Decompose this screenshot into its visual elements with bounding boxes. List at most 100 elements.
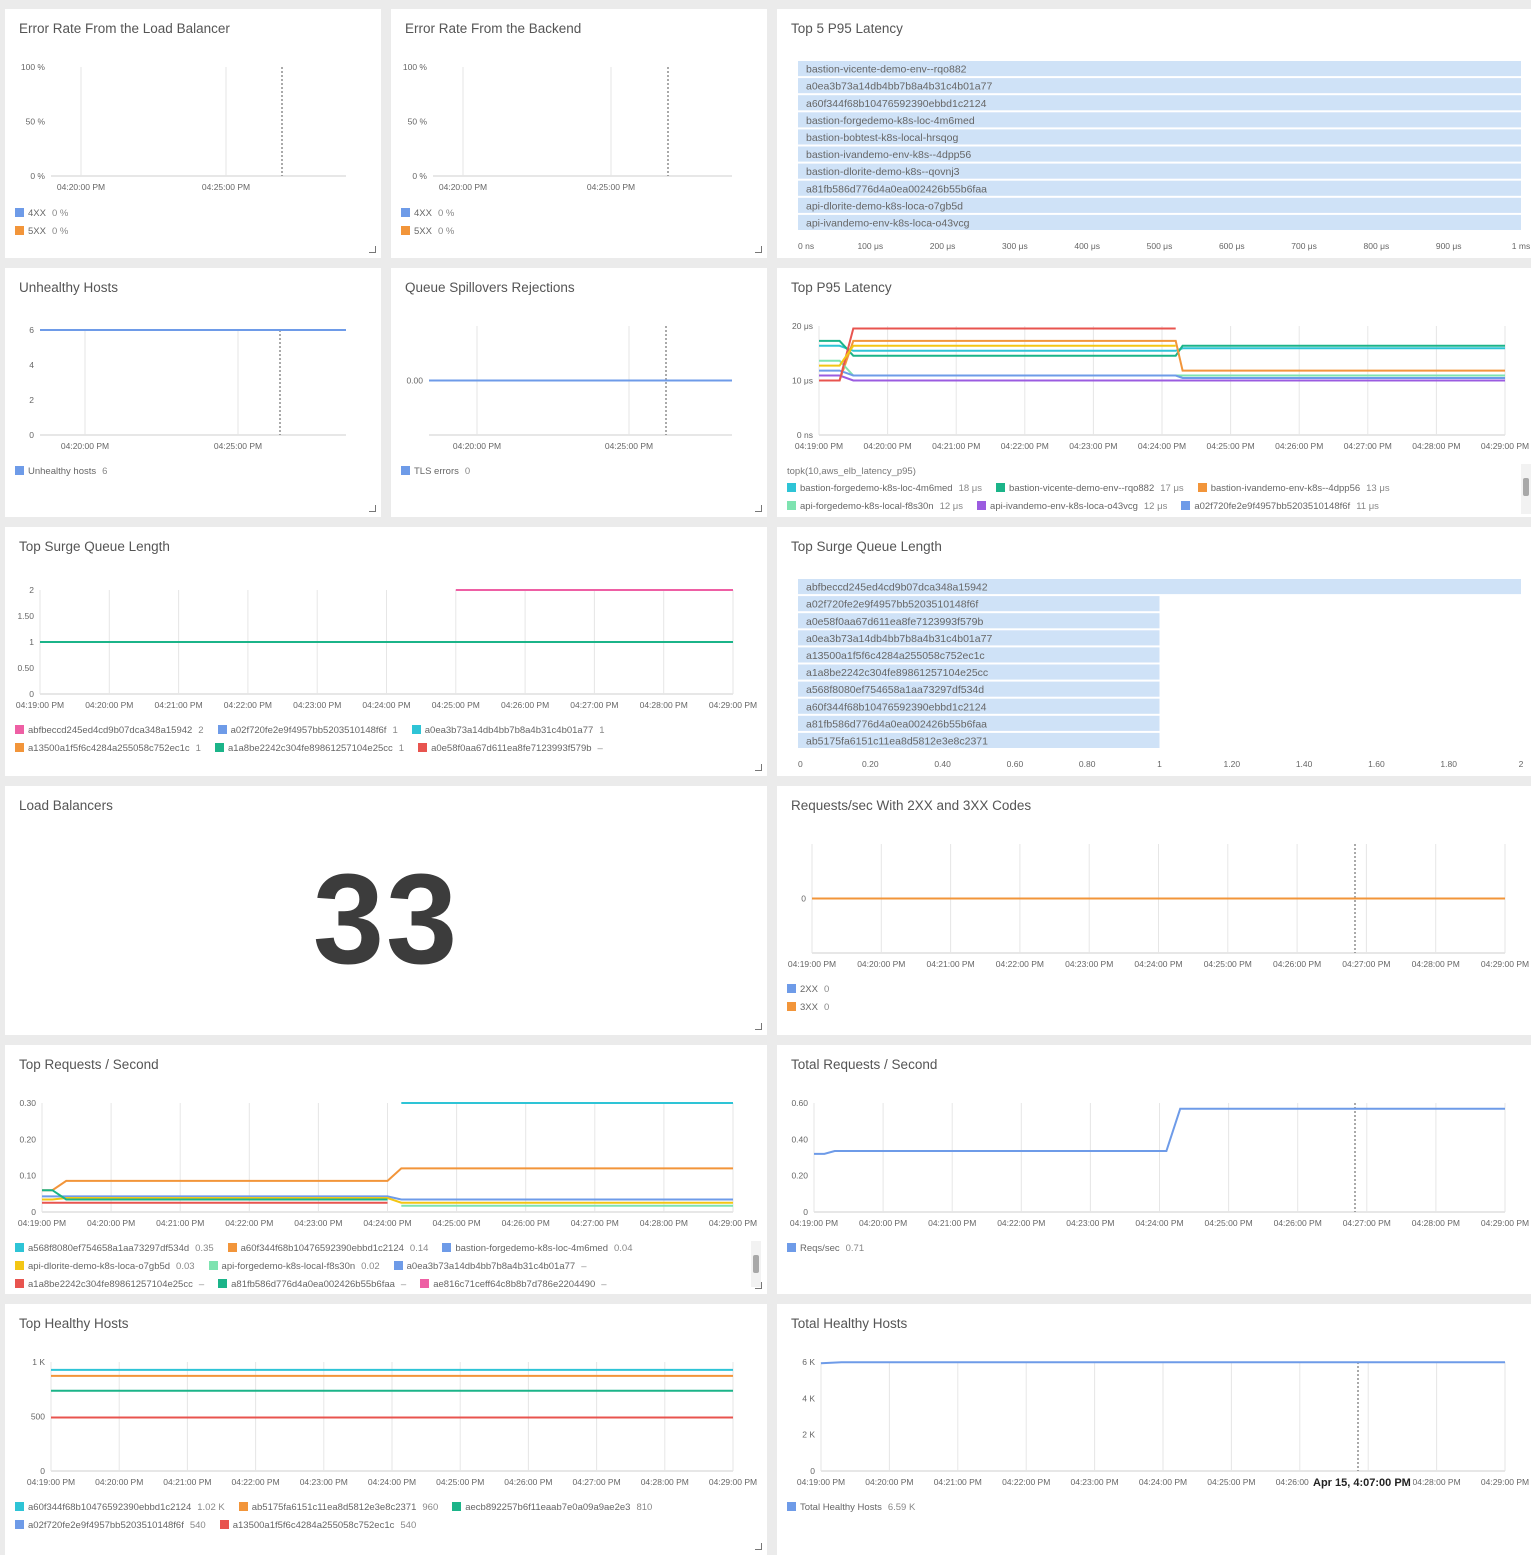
legend-value: 12 μs [939,501,964,512]
legend-label: TLS errors [414,466,459,477]
legend-scrollbar[interactable] [1521,464,1531,514]
resize-handle[interactable] [755,1023,762,1030]
y-tick-label: 0.60 [791,1098,808,1108]
legend-label: a0ea3b73a14db4bb7b8a4b31c4b01a77 [406,1261,576,1272]
legend-item[interactable]: Unhealthy hosts 6 [15,463,107,481]
chart[interactable]: 2 1.50 1 0.50 004:19:00 PM 04:20:00 PM 04:21:0… [5,527,767,714]
legend-item[interactable] [820,516,839,517]
legend-item[interactable]: Total Healthy Hosts 6.59 K [787,1499,915,1517]
x-tick-label: 04:25:00 PM [605,441,653,451]
legend-row: a568f8080ef754658a1aa73297df534d 0.35 a60f… [15,1240,745,1258]
legend-item[interactable]: bastion-vicente-demo-env--rqo882 17 μs [996,480,1184,498]
legend-value: – [400,1279,407,1290]
legend-item[interactable]: 3XX 0 [787,999,829,1017]
legend-item[interactable]: 5XX 0 % [15,223,68,241]
x-tick-label: 04:21:00 PM [932,441,980,451]
legend-value: 17 μs [1160,483,1184,494]
legend-label: a02f720fe2e9f4957bb5203510148f6f [28,1520,184,1531]
resize-handle[interactable] [369,505,376,512]
chart[interactable]: 6 K 4 K 2 K 004:19:00 PM 04:20:00 PM 04:21:00… [777,1304,1531,1491]
legend-item[interactable]: a13500a1f5f6c4284a255058c752ec1c 540 [219,1517,416,1535]
bar-label: bastion-vicente-demo-env--rqo882 [806,64,967,76]
legend-item[interactable]: a60f344f68b10476592390ebbd1c2124 1.02 K [15,1499,225,1517]
chart[interactable]: 0.00 04:20:00 PM 04:25:00 PM [391,268,767,455]
legend-label: a13500a1f5f6c4284a255058c752ec1c [28,743,190,754]
legend-item[interactable]: TLS errors 0 [401,463,470,481]
legend-item[interactable]: 5XX 0 % [401,223,454,241]
chart[interactable]: 20 μs 10 μs 0 ns04:19:00 PM 04:20:00 PM 04:2… [777,268,1531,455]
chart[interactable]: 0.60 0.40 0.20 004:19:00 PM 04:20:00 PM 04:21… [777,1045,1531,1232]
legend-item[interactable]: a0e58f0aa67d611ea8fe7123993f579b – [418,740,603,758]
legend-swatch [411,725,421,734]
legend-row: Unhealthy hosts 6 [15,463,121,481]
chart[interactable]: bastion-vicente-demo-env--rqo882 a0ea3b73… [777,9,1531,258]
legend-item[interactable]: a1a8be2242c304fe89861257104e25cc 1 [214,740,404,758]
x-tick-label: 04:26:00 PM [1275,441,1323,451]
legend-scrollbar[interactable] [751,1241,761,1287]
legend-swatch [393,1261,403,1270]
legend-item[interactable]: a60f344f68b10476592390ebbd1c2124 0.14 [227,1240,428,1258]
legend-item[interactable]: aecb892257b6f11eaab7e0a09a9ae2e3 810 [452,1499,652,1517]
legend-label: Total Healthy Hosts [800,1502,882,1513]
legend-label: Unhealthy hosts [28,466,97,477]
chart-legend: Unhealthy hosts 6 [15,463,121,481]
legend-item[interactable]: 4XX 0 % [15,205,68,223]
legend-item[interactable]: a02f720fe2e9f4957bb5203510148f6f 1 [217,722,398,740]
legend-item[interactable]: bastion-forgedemo-k8s-loc-4m6med 0.04 [442,1240,632,1258]
bar-label: a1a8be2242c304fe89861257104e25cc [806,667,988,679]
resize-handle[interactable] [755,246,762,253]
x-tick-label: 04:29:00 PM [1481,1218,1529,1228]
resize-handle[interactable] [755,1282,762,1289]
resize-handle[interactable] [755,1543,762,1550]
legend-value: 6.59 K [887,1502,916,1513]
legend-item[interactable]: Reqs/sec 0.71 [787,1240,864,1258]
chart[interactable]: 6 4 2 0 04:20:00 PM 04:25:00 PM [5,268,381,455]
legend-item[interactable]: 2XX 0 [787,981,829,999]
legend-item[interactable]: ab5175fa6151c11ea8d5812e3e8c2371 960 [238,1499,438,1517]
x-tick-label: 04:27:00 PM [570,700,618,710]
legend-item[interactable]: 4XX 0 % [401,205,454,223]
legend-swatch [15,1520,24,1529]
legend-value: 18 μs [958,483,983,494]
resize-handle[interactable] [369,246,376,253]
legend-item[interactable]: a81fb586d776d4a0ea002426b55b6faa – [218,1276,406,1294]
chart-legend: 2XX 0 3XX 0 [787,981,843,1017]
legend-item[interactable]: bastion-forgedemo-k8s-loc-4m6med 18 μs [787,480,982,498]
chart[interactable]: 0 04:19:00 PM 04:20:00 PM 04:21:00 PM 04:22:… [777,786,1531,973]
resize-handle[interactable] [755,764,762,771]
legend-item[interactable]: a0ea3b73a14db4bb7b8a4b31c4b01a77 1 [411,722,605,740]
legend-item[interactable]: ae816c71ceff64c8b8b7d786e2204490– [420,1276,607,1294]
legend-item[interactable]: a02f720fe2e9f4957bb5203510148f6f 540 [15,1517,206,1535]
resize-handle[interactable] [755,505,762,512]
x-tick-label: 0.20 [862,759,879,769]
x-tick-label: 04:21:00 PM [163,1477,211,1487]
legend-item[interactable]: api-ivandemo-env-k8s-loca-o43vcg 12 μs [977,498,1167,516]
x-tick-label: 04:23:00 PM [1070,1477,1118,1487]
chart[interactable]: abfbeccd245ed4cd9b07dca348a15942 a02f720f… [777,527,1531,776]
chart[interactable]: 100 % 50 % 0 % 04:20:00 PM 04:25:00 PM [5,9,381,196]
legend-item[interactable]: api-dlorite-demo-k8s-loca-o7gb5d 0.03 [15,1258,195,1276]
legend-row: bastion-forgedemo-k8s-loc-4m6med 18 μs bas… [787,480,1517,498]
x-tick-label: 2 [1519,759,1524,769]
legend-item[interactable] [787,516,806,517]
x-tick-label: 04:22:00 PM [225,1218,273,1228]
legend-value: 0 % [437,226,455,237]
x-tick-label: 04:20:00 PM [95,1477,143,1487]
legend-swatch [401,208,410,217]
chart[interactable]: 0.30 0.20 0.10 004:19:00 PM 04:20:00 PM 04:21… [5,1045,767,1232]
bar-label: a02f720fe2e9f4957bb5203510148f6f [806,599,978,611]
legend-item[interactable]: a13500a1f5f6c4284a255058c752ec1c 1 [15,740,201,758]
y-tick-label: 0.30 [19,1098,36,1108]
legend-item[interactable]: abfbeccd245ed4cd9b07dca348a15942 2 [15,722,204,740]
chart[interactable]: 100 % 50 % 0 % 04:20:00 PM 04:25:00 PM [391,9,767,196]
legend-item[interactable]: a02f720fe2e9f4957bb5203510148f6f 11 μs [1181,498,1379,516]
legend-label: a568f8080ef754658a1aa73297df534d [28,1243,190,1254]
legend-item[interactable]: a568f8080ef754658a1aa73297df534d 0.35 [15,1240,214,1258]
legend-item[interactable]: api-forgedemo-k8s-local-f8s30n 0.02 [208,1258,380,1276]
legend-item[interactable]: api-forgedemo-k8s-local-f8s30n 12 μs [787,498,963,516]
y-tick-label: 6 [29,325,34,335]
legend-item[interactable]: bastion-ivandemo-env-k8s--4dpp56 13 μs [1197,480,1390,498]
legend-item[interactable]: a0ea3b73a14db4bb7b8a4b31c4b01a77– [393,1258,586,1276]
chart[interactable]: 1 K 500 004:19:00 PM 04:20:00 PM 04:21:00 PM… [5,1304,767,1491]
legend-item[interactable]: a1a8be2242c304fe89861257104e25cc – [15,1276,204,1294]
